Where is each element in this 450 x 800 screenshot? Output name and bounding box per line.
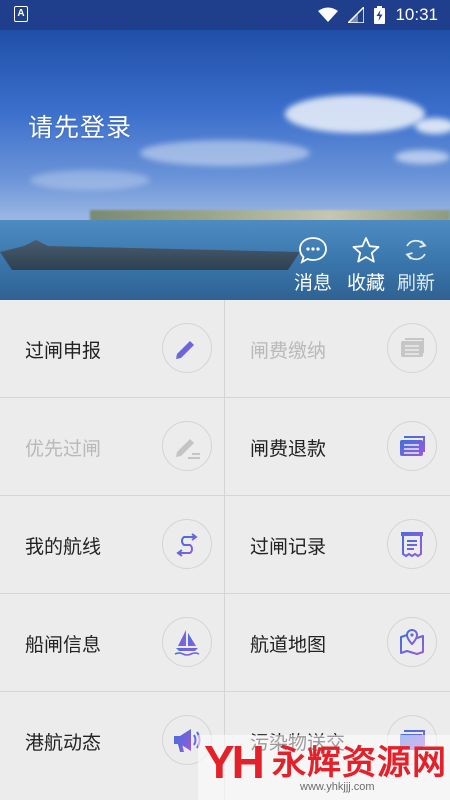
menu-icon-circle bbox=[162, 323, 212, 373]
menu-label: 航道地图 bbox=[250, 634, 327, 656]
status-time: 10:31 bbox=[395, 5, 438, 24]
menu-label: 港航动态 bbox=[25, 732, 102, 754]
pen-edit-icon bbox=[176, 439, 200, 459]
menu-label: 船闸信息 bbox=[25, 634, 102, 656]
route-icon bbox=[176, 533, 198, 557]
signal-icon bbox=[348, 7, 365, 23]
divider bbox=[224, 300, 225, 800]
menu-label: 闸费缴纳 bbox=[250, 340, 327, 362]
notification-a-icon: A bbox=[14, 6, 28, 22]
cloud bbox=[415, 118, 450, 134]
status-bar-right: 10:31 bbox=[318, 0, 438, 30]
menu-icon-circle bbox=[162, 421, 212, 471]
menu-fee-refund[interactable]: 闸费退款 bbox=[225, 398, 449, 495]
receipt-icon bbox=[401, 532, 423, 558]
battery-charging-icon bbox=[374, 6, 386, 24]
cloud bbox=[395, 150, 450, 164]
menu-lock-fee-payment[interactable]: 闸费缴纳 bbox=[225, 300, 449, 397]
menu-label: 过闸申报 bbox=[25, 340, 102, 362]
wifi-icon bbox=[318, 7, 339, 22]
cloud bbox=[140, 140, 310, 166]
pen-edit-icon bbox=[176, 341, 200, 361]
menu-icon-circle bbox=[162, 519, 212, 569]
refresh-icon bbox=[405, 239, 427, 261]
payment-card-icon bbox=[401, 338, 424, 357]
watermark-logo: YH bbox=[204, 736, 265, 788]
favorites-label: 收藏 bbox=[346, 272, 385, 294]
menu-port-news[interactable]: 港航动态 bbox=[0, 692, 224, 789]
status-bar: A 10:31 bbox=[0, 0, 450, 30]
menu-lock-declaration[interactable]: 过闸申报 bbox=[0, 300, 224, 397]
refund-card-icon bbox=[400, 436, 425, 456]
menu-label: 闸费退款 bbox=[250, 438, 327, 460]
header-actions: 消息 收藏 刷新 bbox=[0, 236, 450, 296]
cloud bbox=[30, 170, 150, 190]
menu-priority-pass[interactable]: 优先过闸 bbox=[0, 398, 224, 495]
menu-my-route[interactable]: 我的航线 bbox=[0, 496, 224, 593]
cloud bbox=[285, 95, 425, 133]
messages-label: 消息 bbox=[293, 272, 332, 294]
star-icon bbox=[352, 237, 380, 263]
menu-icon-circle bbox=[387, 519, 437, 569]
menu-icon-circle bbox=[387, 421, 437, 471]
menu-icon-circle bbox=[387, 617, 437, 667]
watermark-text: 永辉资源网 bbox=[272, 743, 447, 783]
divider bbox=[0, 397, 450, 398]
divider bbox=[0, 691, 450, 692]
sailboat-icon bbox=[174, 630, 200, 656]
menu-lock-records[interactable]: 过闸记录 bbox=[225, 496, 449, 593]
divider bbox=[0, 495, 450, 496]
menu-icon-circle bbox=[162, 617, 212, 667]
menu-icon-circle bbox=[387, 323, 437, 373]
refresh-button[interactable]: 刷新 bbox=[390, 236, 442, 295]
map-pin-icon bbox=[400, 628, 424, 655]
messages-button[interactable]: 消息 bbox=[287, 236, 339, 295]
menu-lock-info[interactable]: 船闸信息 bbox=[0, 594, 224, 691]
favorites-button[interactable]: 收藏 bbox=[340, 236, 392, 295]
chat-bubble-icon bbox=[299, 237, 327, 264]
login-prompt[interactable]: 请先登录 bbox=[28, 108, 132, 144]
watermark-url: www.yhkjjj.com bbox=[300, 781, 375, 793]
refresh-label: 刷新 bbox=[396, 272, 435, 294]
menu-label: 优先过闸 bbox=[25, 438, 102, 460]
divider bbox=[0, 593, 450, 594]
menu-channel-map[interactable]: 航道地图 bbox=[225, 594, 449, 691]
menu-label: 过闸记录 bbox=[250, 536, 327, 558]
menu-label: 我的航线 bbox=[25, 536, 102, 558]
